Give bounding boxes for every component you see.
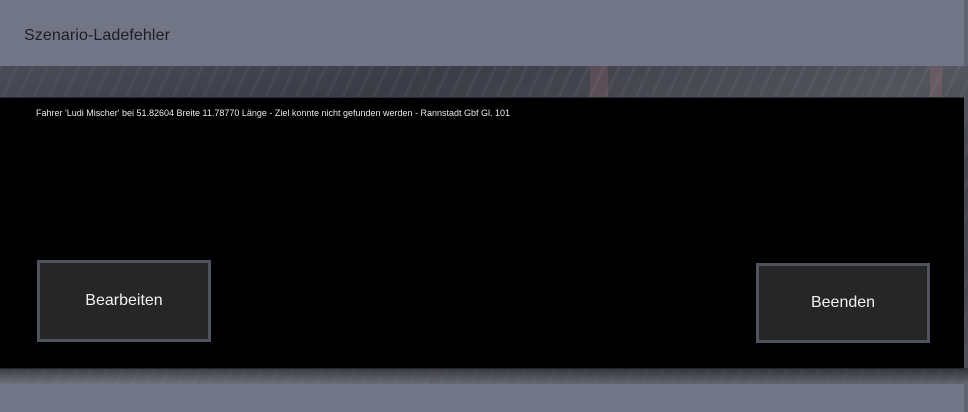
error-dialog-panel: Fahrer 'Ludi Mischer' bei 51.82604 Breit…: [0, 97, 964, 369]
error-message: Fahrer 'Ludi Mischer' bei 51.82604 Breit…: [36, 108, 511, 118]
title-bar: Szenario-Ladefehler: [0, 0, 968, 66]
quit-button[interactable]: Beenden: [756, 263, 930, 343]
dialog-title: Szenario-Ladefehler: [24, 27, 170, 44]
background-stripe: [590, 64, 608, 98]
bottom-bar: [0, 384, 968, 412]
bottom-shadow: [0, 368, 968, 384]
edit-button[interactable]: Bearbeiten: [37, 260, 211, 342]
background-stripe: [930, 64, 942, 98]
